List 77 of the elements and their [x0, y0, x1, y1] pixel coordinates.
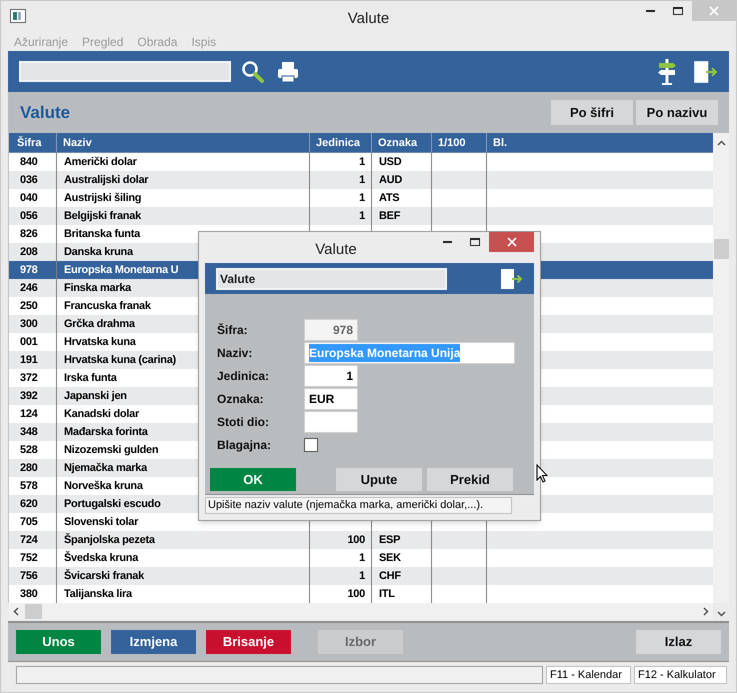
table-cell: 036	[20, 174, 38, 186]
table-cell: 300	[20, 318, 38, 330]
table-cell: Belgijski franak	[64, 210, 141, 222]
field-label: Oznaka:	[217, 390, 265, 408]
table-cell: 208	[20, 246, 38, 258]
table-cell: 250	[20, 300, 38, 312]
table-cell: 978	[20, 264, 38, 276]
table-cell: 1	[359, 570, 365, 582]
table-cell: AUD	[379, 174, 402, 186]
table-cell: Talijanska lira	[64, 588, 132, 600]
table-cell: Njemačka marka	[64, 462, 147, 474]
table-cell: Nizozemski gulden	[64, 444, 158, 456]
page-title: Valute	[20, 102, 70, 124]
table-cell: 724	[20, 534, 38, 546]
field-label: Šifra:	[217, 322, 249, 338]
table-cell: Britanska funta	[64, 228, 140, 240]
table-cell: 752	[20, 552, 38, 564]
table-cell: Španjolska pezeta	[64, 534, 155, 546]
table-cell: Hrvatska kuna (carina)	[64, 354, 176, 366]
field-label: Jedinica:	[217, 368, 270, 384]
table-cell: Američki dolar	[64, 156, 137, 168]
table-cell: Švedska kruna	[64, 552, 138, 564]
table-cell: CHF	[379, 570, 401, 582]
table-cell: USD	[379, 156, 402, 168]
table-cell: Mađarska forinta	[64, 426, 148, 438]
table-cell: Austrijski šiling	[64, 192, 142, 204]
table-cell: 826	[20, 228, 38, 240]
table-cell: 100	[347, 534, 365, 546]
table-cell: 840	[20, 156, 38, 168]
table-cell: 348	[20, 426, 38, 438]
heading-field: Valute	[216, 268, 447, 290]
dialog-title: Valute	[315, 241, 357, 258]
table-cell: 001	[20, 336, 38, 348]
table-cell: Švicarski franak	[64, 570, 144, 582]
table-cell: 100	[347, 588, 365, 600]
table-cell: ITL	[379, 588, 395, 600]
table-cell: Slovenski tolar	[64, 516, 138, 528]
table-cell: 1	[359, 174, 365, 186]
hint-text: Upišite naziv valute (njemačka marka, američki dolar,...).	[205, 497, 512, 514]
table-cell: 528	[20, 444, 38, 456]
window-title: Valute	[348, 10, 390, 27]
table-cell: 246	[20, 282, 38, 294]
field-label: Blagajna:	[217, 436, 272, 454]
table-cell: 620	[20, 498, 38, 510]
table-cell: Finska marka	[64, 282, 132, 294]
table-cell: 380	[20, 588, 38, 600]
table-cell: 372	[20, 372, 38, 384]
table-cell: 280	[20, 462, 38, 474]
table-cell: 1	[359, 156, 365, 168]
table-cell: SEK	[379, 552, 401, 564]
table-cell: 191	[20, 354, 38, 366]
table-cell: Japanski jen	[64, 390, 127, 402]
table-cell: Portugalski escudo	[64, 498, 161, 510]
table-cell: BEF	[379, 210, 400, 222]
table-cell: 756	[20, 570, 38, 582]
table-cell: 124	[20, 408, 38, 420]
table-cell: Australijski dolar	[64, 174, 148, 186]
table-cell: 578	[20, 480, 38, 492]
table-cell: Irska funta	[64, 372, 117, 384]
table-cell: Grčka drahma	[64, 318, 135, 330]
field-label: Naziv:	[217, 344, 254, 362]
table-cell: 1	[359, 210, 365, 222]
table-cell: Norveška kruna	[64, 480, 143, 492]
table-cell: Kanadski dolar	[64, 408, 140, 420]
table-cell: ESP	[379, 534, 400, 546]
field-label: Stoti dio:	[217, 414, 270, 430]
table-cell: 056	[20, 210, 38, 222]
table-cell: Europska Monetarna U	[64, 264, 178, 276]
table-cell: 040	[20, 192, 38, 204]
table-cell: 392	[20, 390, 38, 402]
table-cell: Hrvatska kuna	[64, 336, 136, 348]
table-cell: Francuska franak	[64, 300, 151, 312]
table-cell: ATS	[379, 192, 400, 204]
table-cell: 1	[359, 552, 365, 564]
table-cell: 1	[359, 192, 365, 204]
table-cell: 705	[20, 516, 38, 528]
table-cell: Danska kruna	[64, 246, 133, 258]
